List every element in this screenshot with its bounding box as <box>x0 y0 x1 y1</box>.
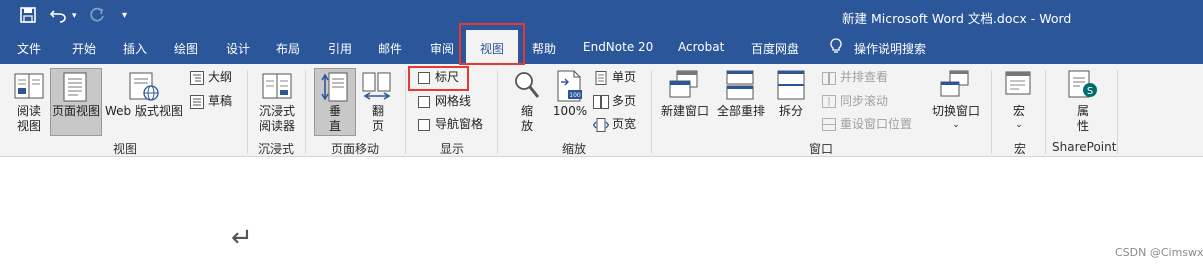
tab-baidu-netdisk[interactable]: 百度网盘 <box>751 40 799 57</box>
sync-scrolling-icon <box>822 95 836 111</box>
nav-pane-label: 导航窗格 <box>435 117 484 131</box>
separator <box>247 70 248 154</box>
vertical-scroll-icon <box>321 72 349 105</box>
split-button[interactable]: 拆分 <box>772 104 810 119</box>
new-window-button[interactable]: 新建窗口 <box>657 104 713 119</box>
draft-icon <box>190 95 204 112</box>
separator <box>405 70 406 154</box>
outline-icon <box>190 71 204 88</box>
tab-home[interactable]: 开始 <box>72 40 96 57</box>
vertical-button[interactable]: 垂 直 <box>314 104 356 134</box>
redo-icon[interactable] <box>89 7 105 27</box>
tab-mailings[interactable]: 邮件 <box>378 40 402 57</box>
read-mode-button[interactable]: 阅读 视图 <box>12 104 46 134</box>
separator <box>991 70 992 154</box>
new-window-icon <box>669 70 699 103</box>
properties-icon: S <box>1068 70 1098 103</box>
tab-references[interactable]: 引用 <box>328 40 352 57</box>
svg-text:S: S <box>1087 86 1093 97</box>
title-bar: ▾ ▾ 新建 Microsoft Word 文档.docx - Word <box>0 0 1203 34</box>
views-group-label: 视图 <box>113 142 138 156</box>
draft-button[interactable]: 草稿 <box>208 94 232 109</box>
split-icon <box>777 70 805 103</box>
svg-text:100: 100 <box>569 92 581 99</box>
web-layout-icon <box>128 72 160 105</box>
window-group-label: 窗口 <box>809 142 834 156</box>
macros-button[interactable]: 宏 <box>1004 104 1034 119</box>
tab-acrobat[interactable]: Acrobat <box>678 40 724 54</box>
view-side-by-side-button[interactable]: 并排查看 <box>840 70 888 85</box>
web-layout-button[interactable]: Web 版式视图 <box>105 104 183 119</box>
one-page-icon <box>595 71 607 88</box>
gridlines-label: 网格线 <box>435 94 472 108</box>
separator <box>497 70 498 154</box>
separator <box>1045 70 1046 154</box>
page-movement-group-label: 页面移动 <box>331 142 380 156</box>
separator <box>651 70 652 154</box>
page-width-button[interactable]: 页宽 <box>612 117 636 132</box>
reset-window-position-icon <box>822 118 836 134</box>
reset-window-position-button[interactable]: 重设窗口位置 <box>840 117 912 132</box>
macros-group-label: 宏 <box>1014 142 1027 156</box>
nav-pane-checkbox[interactable] <box>418 119 430 131</box>
tab-endnote[interactable]: EndNote 20 <box>583 40 653 54</box>
tab-file[interactable]: 文件 <box>17 40 41 57</box>
multiple-pages-icon <box>593 95 609 112</box>
one-page-button[interactable]: 单页 <box>612 70 636 85</box>
page-width-icon <box>592 118 610 135</box>
multiple-pages-button[interactable]: 多页 <box>612 94 636 109</box>
macros-icon <box>1005 70 1033 103</box>
arrange-all-button[interactable]: 全部重排 <box>714 104 768 119</box>
tab-design[interactable]: 设计 <box>226 40 250 57</box>
print-layout-button[interactable]: 页面视图 <box>50 104 102 119</box>
zoom-button[interactable]: 缩 放 <box>510 104 544 134</box>
tab-draw[interactable]: 绘图 <box>174 40 198 57</box>
immersive-reader-icon <box>262 72 292 103</box>
paragraph-mark: ↵ <box>231 223 253 253</box>
undo-icon[interactable] <box>49 7 68 27</box>
window-title: 新建 Microsoft Word 文档.docx - Word <box>842 11 1072 26</box>
immersive-group-label: 沉浸式 <box>258 142 295 156</box>
view-side-by-side-icon <box>822 72 836 88</box>
switch-windows-button[interactable]: 切换窗口 <box>928 104 984 119</box>
side-to-side-button[interactable]: 翻 页 <box>358 104 398 134</box>
macros-dropdown-icon[interactable]: ⌄ <box>1013 118 1025 133</box>
immersive-reader-button[interactable]: 沉浸式 阅读器 <box>255 104 299 134</box>
read-mode-icon <box>14 72 44 103</box>
zoom-100-icon: 100 <box>556 70 584 105</box>
watermark: CSDN @Cimswxy <box>1115 246 1203 259</box>
tell-me-search[interactable]: 操作说明搜索 <box>854 40 926 57</box>
tab-insert[interactable]: 插入 <box>123 40 147 57</box>
ribbon-tabs: 文件 开始 插入 绘图 设计 布局 引用 邮件 审阅 帮助 EndNote 20… <box>0 34 1203 64</box>
zoom-group-label: 缩放 <box>562 142 587 156</box>
properties-button[interactable]: 属 性 <box>1068 104 1098 134</box>
ruler-highlight <box>408 66 469 91</box>
zoom-icon <box>513 70 541 103</box>
switch-windows-icon <box>940 70 970 103</box>
zoom-100-button[interactable]: 100% <box>550 104 590 119</box>
undo-dropdown-icon[interactable]: ▾ <box>72 11 77 21</box>
arrange-all-icon <box>726 70 754 103</box>
separator <box>1117 70 1118 154</box>
sharepoint-group-label: SharePoint <box>1052 140 1117 154</box>
lightbulb-icon[interactable] <box>830 38 842 58</box>
customize-quick-access-icon[interactable]: ▾ <box>122 10 127 21</box>
tab-help[interactable]: 帮助 <box>532 40 556 57</box>
tab-layout[interactable]: 布局 <box>276 40 300 57</box>
save-icon[interactable] <box>20 7 36 27</box>
gridlines-checkbox[interactable] <box>418 96 430 108</box>
tab-review[interactable]: 审阅 <box>430 40 454 57</box>
show-group-label: 显示 <box>440 142 465 156</box>
side-to-side-icon <box>362 72 392 105</box>
tab-view-highlight <box>459 23 525 65</box>
switch-windows-dropdown-icon[interactable]: ⌄ <box>950 118 962 133</box>
separator <box>305 70 306 154</box>
sync-scrolling-button[interactable]: 同步滚动 <box>840 94 888 109</box>
outline-button[interactable]: 大纲 <box>208 70 232 85</box>
print-layout-icon <box>62 72 88 105</box>
